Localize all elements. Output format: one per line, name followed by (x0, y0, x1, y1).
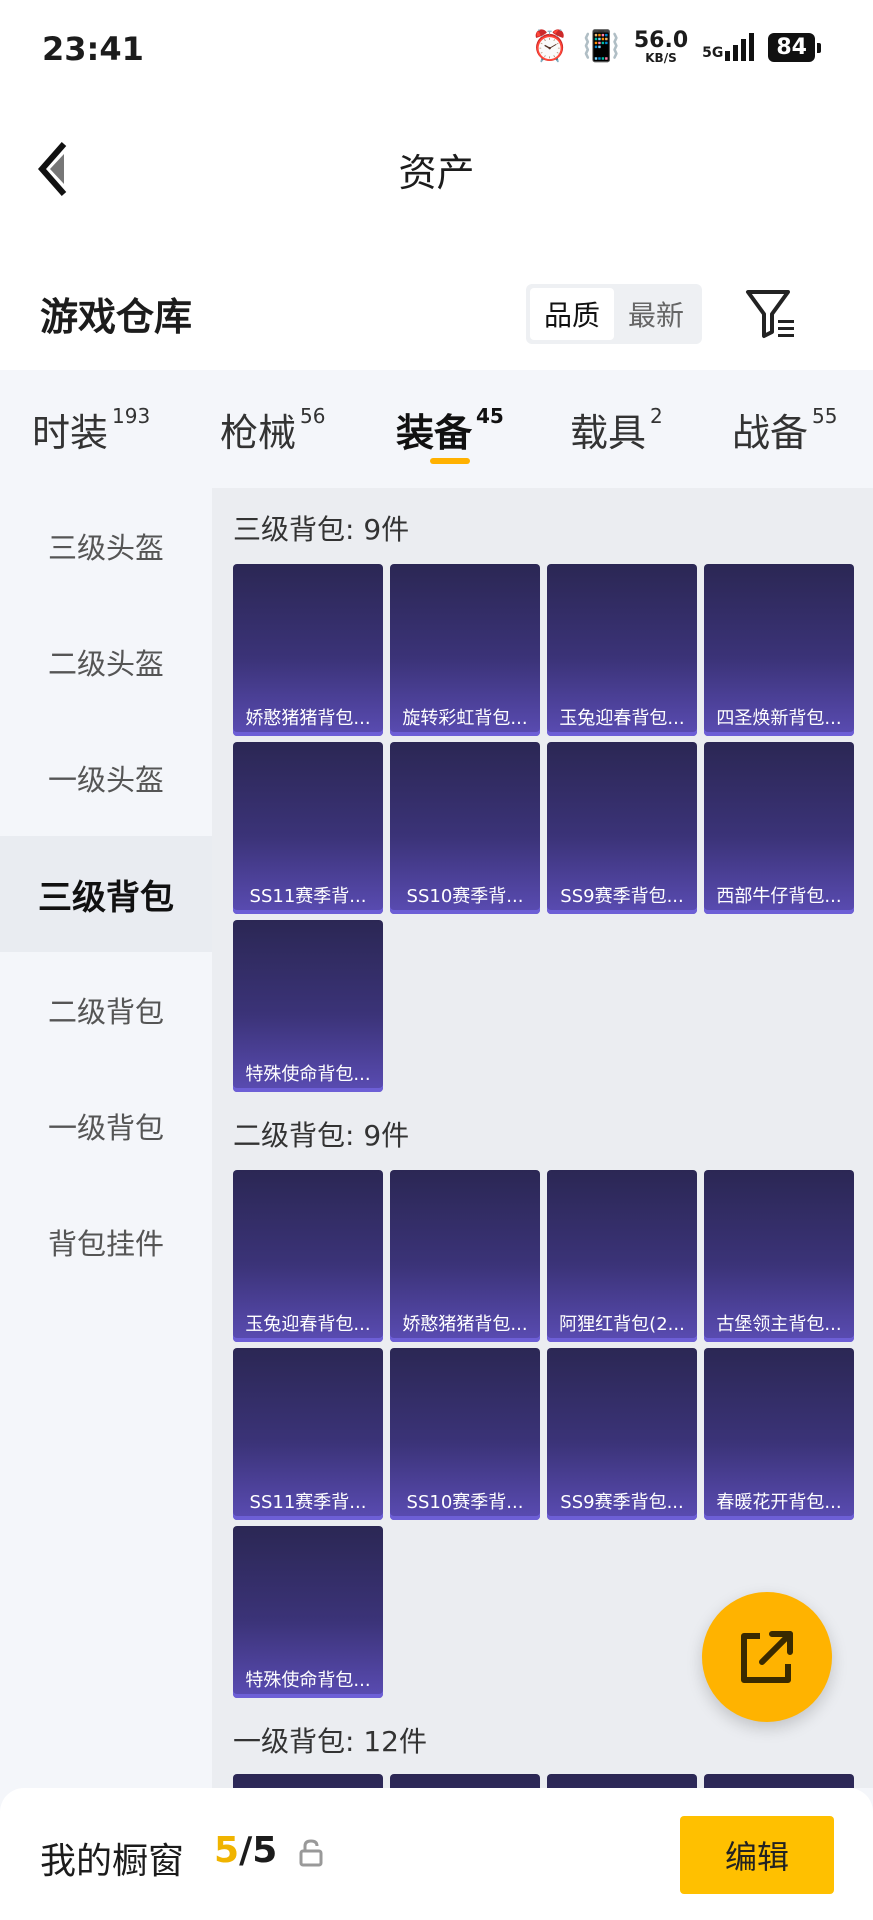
item-card[interactable]: 四圣焕新背包... (704, 564, 854, 736)
backpack-image (547, 564, 697, 702)
sidebar-item-helmet-2[interactable]: 二级头盔 (0, 604, 212, 720)
backpack-image (704, 1170, 854, 1308)
backpack-image (233, 1170, 383, 1308)
edit-button[interactable]: 编辑 (680, 1816, 834, 1894)
page-title: 资产 (398, 151, 475, 195)
bottom-bar: 我的橱窗 5/5 编辑 (0, 1788, 873, 1920)
item-card[interactable]: SS10赛季背... (390, 1348, 540, 1520)
backpack-image (547, 1348, 697, 1486)
item-card[interactable]: SS11赛季背... (233, 742, 383, 914)
tab-guns[interactable]: 枪械 56 (220, 402, 325, 457)
backpack-image (233, 564, 383, 702)
signal-icon: 5G (702, 33, 755, 61)
item-card[interactable]: 春暖花开背包... (704, 1348, 854, 1520)
item-card[interactable] (390, 1774, 540, 1788)
item-card[interactable] (233, 1774, 383, 1788)
tab-fashion[interactable]: 时装 193 (32, 402, 150, 457)
item-card[interactable] (704, 1774, 854, 1788)
showcase-count: 5/5 (214, 1830, 278, 1871)
item-card[interactable]: 旋转彩虹背包... (390, 564, 540, 736)
backpack-image (233, 920, 383, 1058)
item-card[interactable]: 古堡领主背包... (704, 1170, 854, 1342)
share-icon (741, 1631, 793, 1683)
filter-button[interactable] (744, 286, 800, 342)
status-icons: ⏰ 📳 56.0 KB/S 5G 84 (531, 28, 821, 65)
sort-toggle: 品质 最新 (526, 284, 702, 344)
backpack-image (547, 742, 697, 880)
warehouse-row: 游戏仓库 品质 最新 (0, 264, 873, 370)
battery-icon: 84 (768, 32, 821, 62)
section-title: 三级背包: 9件 (233, 513, 410, 546)
category-tabs: 时装 193 枪械 56 装备 45 载具 2 战备 55 (0, 370, 873, 488)
share-button[interactable] (702, 1592, 832, 1722)
item-card[interactable]: SS9赛季背包... (547, 1348, 697, 1520)
sidebar-item-backpack-charms[interactable]: 背包挂件 (0, 1184, 212, 1300)
sidebar-item-helmet-1[interactable]: 一级头盔 (0, 720, 212, 836)
backpack-image (233, 742, 383, 880)
item-card[interactable] (547, 1774, 697, 1788)
lock-icon (299, 1839, 323, 1867)
sidebar-item-helmet-3[interactable]: 三级头盔 (0, 488, 212, 604)
status-time: 23:41 (42, 30, 144, 68)
item-card[interactable]: SS10赛季背... (390, 742, 540, 914)
sort-option-newest[interactable]: 最新 (614, 288, 698, 340)
backpack-image (233, 1526, 383, 1664)
item-card[interactable]: 阿狸红背包(2... (547, 1170, 697, 1342)
tab-supplies[interactable]: 战备 55 (732, 402, 837, 457)
item-card[interactable]: 特殊使命背包... (233, 920, 383, 1092)
backpack-image (704, 1348, 854, 1486)
sort-option-quality[interactable]: 品质 (530, 288, 614, 340)
item-card[interactable]: SS9赛季背包... (547, 742, 697, 914)
backpack-image (390, 1348, 540, 1486)
sidebar-item-backpack-1[interactable]: 一级背包 (0, 1068, 212, 1184)
header: 资产 (0, 104, 873, 264)
sidebar: 三级头盔 二级头盔 一级头盔 三级背包 二级背包 一级背包 背包挂件 (0, 488, 212, 1788)
showcase-label: 我的橱窗 (40, 1841, 185, 1882)
sidebar-item-backpack-2[interactable]: 二级背包 (0, 952, 212, 1068)
alarm-icon: ⏰ (531, 29, 569, 64)
backpack-image (233, 1348, 383, 1486)
item-card[interactable]: 娇憨猪猪背包... (233, 564, 383, 736)
backpack-image (704, 564, 854, 702)
item-card[interactable]: 玉兔迎春背包... (233, 1170, 383, 1342)
backpack-image (547, 1170, 697, 1308)
item-card[interactable]: 特殊使命背包... (233, 1526, 383, 1698)
sidebar-item-backpack-3[interactable]: 三级背包 (0, 836, 212, 952)
net-speed: 56.0 KB/S (633, 28, 689, 65)
backpack-image (390, 742, 540, 880)
backpack-image (704, 742, 854, 880)
tab-vehicles[interactable]: 载具 2 (570, 402, 663, 457)
item-card[interactable]: SS11赛季背... (233, 1348, 383, 1520)
filter-icon (746, 290, 794, 338)
item-card[interactable]: 娇憨猪猪背包... (390, 1170, 540, 1342)
vibrate-icon: 📳 (582, 29, 620, 64)
section-title: 一级背包: 12件 (233, 1725, 427, 1758)
backpack-image (390, 1170, 540, 1308)
tab-equipment[interactable]: 装备 45 (396, 402, 504, 457)
status-bar: 23:41 ⏰ 📳 56.0 KB/S 5G 84 (0, 0, 873, 104)
backpack-image (390, 564, 540, 702)
active-tab-indicator (430, 458, 470, 464)
item-card[interactable]: 西部牛仔背包... (704, 742, 854, 914)
section-title: 二级背包: 9件 (233, 1119, 410, 1152)
item-card[interactable]: 玉兔迎春背包... (547, 564, 697, 736)
warehouse-title: 游戏仓库 (40, 295, 193, 339)
